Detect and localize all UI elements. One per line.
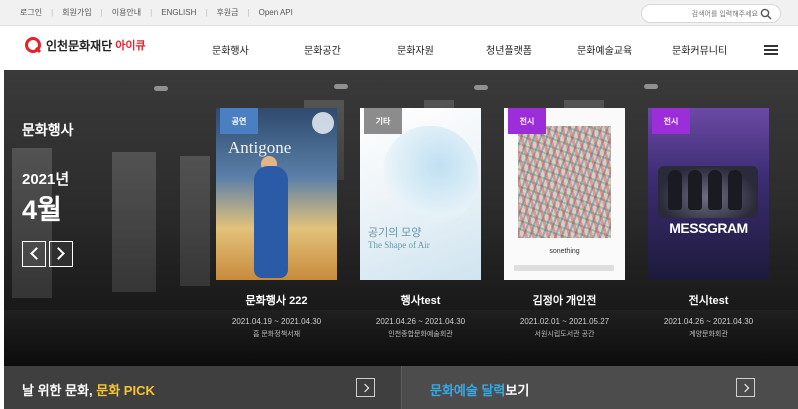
search-input[interactable] <box>650 8 758 20</box>
utility-bar: 로그인 | 회원가입 | 이용안내 | ENGLISH | 후원금 | Open API <box>0 0 798 26</box>
event-date: 2021.04.26 ~ 2021.04.30 <box>663 317 754 326</box>
chevron-right-icon <box>360 383 370 393</box>
event-date: 2021.02.01 ~ 2021.05.27 <box>519 317 610 326</box>
ceiling-light <box>154 86 168 91</box>
prev-arrow-button[interactable] <box>22 241 46 267</box>
arts-calendar-highlight: 문화예술 달력 <box>430 383 506 398</box>
divider: | <box>100 8 103 17</box>
site-logo[interactable]: 인천문화재단 아이큐 <box>24 36 146 54</box>
event-poster[interactable]: 공기의 모양 The Shape of Air 기타 <box>360 108 481 280</box>
arts-calendar-banner[interactable]: 문화예술 달력보기 <box>401 366 798 409</box>
event-poster[interactable]: Antigone 공연 <box>216 108 337 280</box>
open-api-link[interactable]: Open API <box>259 8 293 17</box>
logo-icon <box>25 37 42 54</box>
nav-events[interactable]: 문화행사 <box>212 42 249 57</box>
signup-link[interactable]: 회원가입 <box>62 7 91 18</box>
figure-illustration <box>728 170 742 210</box>
main-header: 인천문화재단 아이큐 문화행사 문화공간 문화자원 청년플랫폼 문화예술교육 문… <box>0 26 798 70</box>
poster-title: MESSGRAM <box>669 220 748 236</box>
event-card[interactable]: sonething 전시 김정아 개인전 2021.02.01 ~ 2021.0… <box>504 108 625 339</box>
event-venue: 흡 문화정책서재 <box>252 331 301 338</box>
event-venue: 계양문화회관 <box>689 331 728 338</box>
category-badge: 전시 <box>508 108 546 134</box>
figure-illustration <box>254 166 288 278</box>
nav-spaces[interactable]: 문화공간 <box>304 42 341 57</box>
figure-illustration <box>668 170 682 210</box>
event-title[interactable]: 행사test <box>360 292 481 308</box>
culture-pick-highlight: 문화 PICK <box>96 383 155 398</box>
ceiling-light <box>334 84 348 89</box>
hero-month: 4월 <box>22 195 62 225</box>
culture-pick-arrow-button[interactable] <box>356 378 375 397</box>
chevron-right-icon <box>740 383 750 393</box>
culture-pick-label: 날 위한 문화, 문화 PICK <box>22 380 155 399</box>
english-link[interactable]: ENGLISH <box>161 8 196 17</box>
event-poster[interactable]: MESSGRAM 전시 <box>648 108 769 280</box>
bottom-banner: 날 위한 문화, 문화 PICK 문화예술 달력보기 <box>4 366 798 409</box>
poster-title: sonething <box>549 248 580 255</box>
divider: | <box>205 8 208 17</box>
event-card[interactable]: Antigone 공연 문화행사 222 2021.04.19 ~ 2021.0… <box>216 108 337 339</box>
event-card[interactable]: 공기의 모양 The Shape of Air 기타 행사test 2021.0… <box>360 108 481 339</box>
hero-banner: 문화행사 2021년 4월 Antigone 공연 문화행사 222 2021.… <box>4 70 798 366</box>
event-card[interactable]: MESSGRAM 전시 전시test 2021.04.26 ~ 2021.04.… <box>648 108 769 339</box>
ceiling-light <box>644 84 658 89</box>
poster-title: 공기의 모양 <box>368 227 422 239</box>
search-box <box>641 4 781 23</box>
background-panel <box>180 156 210 286</box>
event-title[interactable]: 문화행사 222 <box>216 292 337 308</box>
divider: | <box>150 8 153 17</box>
hero-section-label: 문화행사 <box>22 122 74 138</box>
logo-text: 인천문화재단 <box>46 38 113 53</box>
divider: | <box>247 8 250 17</box>
nav-community[interactable]: 문화커뮤니티 <box>672 42 727 57</box>
category-badge: 기타 <box>364 108 402 134</box>
divider: | <box>51 8 54 17</box>
culture-pick-prefix: 날 위한 문화, <box>22 383 97 398</box>
event-venue: 서원시립도서관 공간 <box>534 331 595 338</box>
utility-links: 로그인 | 회원가입 | 이용안내 | ENGLISH | 후원금 | Open API <box>20 7 293 18</box>
arts-calendar-label: 문화예술 달력보기 <box>430 380 529 399</box>
event-date: 2021.04.19 ~ 2021.04.30 <box>231 317 322 326</box>
poster-subtitle: The Shape of Air <box>368 240 430 250</box>
logo-subtext: 아이큐 <box>115 40 146 52</box>
poster-artwork <box>382 126 478 226</box>
guide-link[interactable]: 이용안내 <box>112 7 141 18</box>
chevron-left-icon <box>30 247 43 260</box>
search-icon[interactable] <box>760 8 772 20</box>
poster-artwork <box>518 126 611 238</box>
donation-link[interactable]: 후원금 <box>216 7 238 18</box>
figure-illustration <box>688 170 702 210</box>
chevron-right-icon <box>52 247 65 260</box>
page: 로그인 | 회원가입 | 이용안내 | ENGLISH | 후원금 | Open API … <box>0 0 798 409</box>
arts-calendar-suffix: 보기 <box>505 383 530 398</box>
background-panel <box>112 152 156 292</box>
event-title[interactable]: 김정아 개인전 <box>504 292 625 308</box>
menu-icon[interactable] <box>764 45 778 55</box>
event-date: 2021.04.26 ~ 2021.04.30 <box>375 317 466 326</box>
category-badge: 전시 <box>652 108 690 134</box>
figure-illustration <box>708 170 722 210</box>
poster-title: Antigone <box>228 138 292 157</box>
arts-calendar-arrow-button[interactable] <box>736 378 755 397</box>
culture-pick-banner[interactable]: 날 위한 문화, 문화 PICK <box>4 366 401 409</box>
nav-youth-platform[interactable]: 청년플랫폼 <box>486 42 532 57</box>
event-venue: 인천종합문화예술회관 <box>388 331 453 338</box>
category-badge: 공연 <box>220 108 258 134</box>
poster-footer <box>514 265 614 271</box>
hero-year: 2021년 <box>22 171 70 188</box>
event-poster[interactable]: sonething 전시 <box>504 108 625 280</box>
event-title[interactable]: 전시test <box>648 292 769 308</box>
next-arrow-button[interactable] <box>49 241 73 267</box>
login-link[interactable]: 로그인 <box>20 7 42 18</box>
nav-arts-education[interactable]: 문화예술교육 <box>577 42 632 57</box>
moon-illustration <box>312 112 334 134</box>
ceiling-light <box>474 85 488 90</box>
nav-resources[interactable]: 문화자원 <box>397 42 434 57</box>
